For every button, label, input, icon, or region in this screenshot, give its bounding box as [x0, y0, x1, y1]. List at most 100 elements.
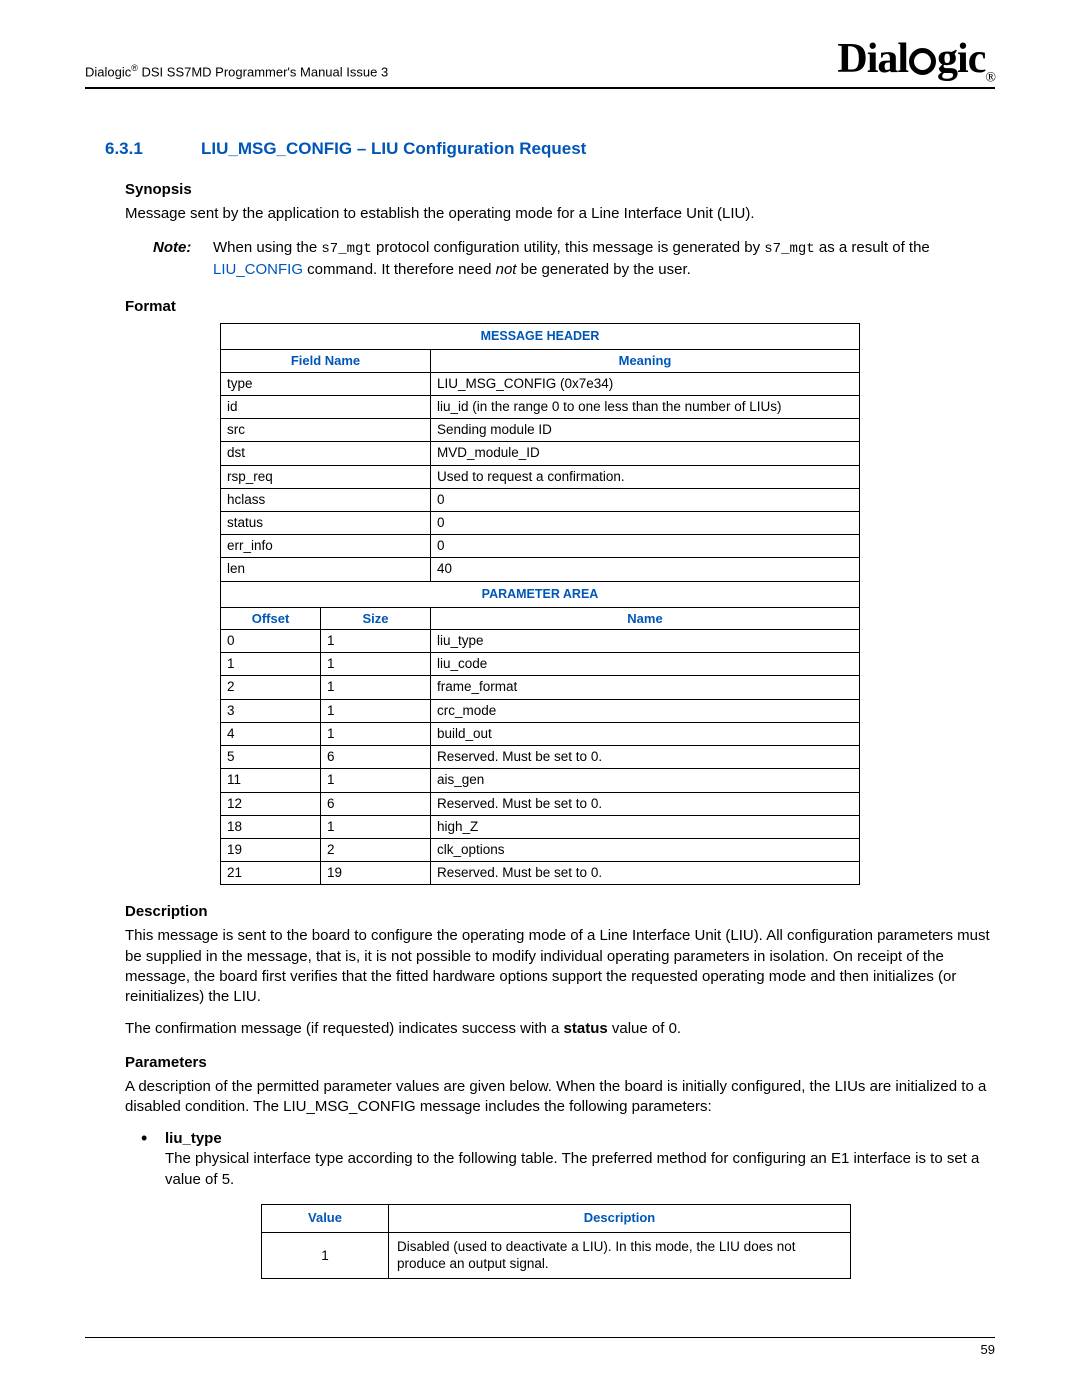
offset-cell: 2 — [221, 676, 321, 699]
note-m2: s7_mgt — [764, 241, 814, 257]
synopsis-text: Message sent by the application to estab… — [125, 204, 995, 224]
size-cell: 1 — [321, 815, 431, 838]
name-cell: crc_mode — [431, 699, 860, 722]
name-cell: liu_type — [431, 630, 860, 653]
size-cell: 1 — [321, 769, 431, 792]
size-cell: 1 — [321, 676, 431, 699]
meaning-cell: Sending module ID — [431, 419, 860, 442]
name-cell: clk_options — [431, 839, 860, 862]
table-row: 41build_out — [221, 722, 860, 745]
band-message-header: MESSAGE HEADER — [221, 324, 860, 350]
meaning-cell: LIU_MSG_CONFIG (0x7e34) — [431, 372, 860, 395]
table-row: dstMVD_module_ID — [221, 442, 860, 465]
param-bullet: • liu_type The physical interface type a… — [141, 1129, 995, 1190]
size-cell: 1 — [321, 699, 431, 722]
name-cell: ais_gen — [431, 769, 860, 792]
meaning-cell: 40 — [431, 558, 860, 581]
offset-cell: 5 — [221, 746, 321, 769]
bullet-icon: • — [141, 1129, 165, 1190]
table-row: 181high_Z — [221, 815, 860, 838]
field-name-cell: src — [221, 419, 431, 442]
table-row: 1Disabled (used to deactivate a LIU). In… — [262, 1232, 851, 1278]
col-field-name: Field Name — [221, 350, 431, 373]
offset-cell: 21 — [221, 862, 321, 885]
note-t1: When using the — [213, 239, 321, 256]
band-parameter-area: PARAMETER AREA — [221, 581, 860, 607]
size-cell: 1 — [321, 722, 431, 745]
page-number: 59 — [85, 1337, 995, 1357]
name-cell: Reserved. Must be set to 0. — [431, 792, 860, 815]
note-link[interactable]: LIU_CONFIG — [213, 261, 303, 278]
meaning-cell: liu_id (in the range 0 to one less than … — [431, 395, 860, 418]
field-name-cell: rsp_req — [221, 465, 431, 488]
doc-title: Dialogic® DSI SS7MD Programmer's Manual … — [85, 63, 388, 85]
meaning-cell: MVD_module_ID — [431, 442, 860, 465]
meaning-cell: Used to request a confirmation. — [431, 465, 860, 488]
logo-registered: ® — [985, 70, 995, 85]
field-name-cell: hclass — [221, 488, 431, 511]
note-label: Note: — [153, 237, 213, 281]
offset-cell: 19 — [221, 839, 321, 862]
doc-title-suffix: DSI SS7MD Programmer's Manual Issue 3 — [138, 64, 388, 79]
meaning-cell: 0 — [431, 535, 860, 558]
note-t2: protocol configuration utility, this mes… — [372, 239, 764, 256]
parameters-intro: A description of the permitted parameter… — [125, 1077, 995, 1118]
name-cell: Reserved. Must be set to 0. — [431, 746, 860, 769]
table-row: typeLIU_MSG_CONFIG (0x7e34) — [221, 372, 860, 395]
description-p1: This message is sent to the board to con… — [125, 926, 995, 1007]
name-cell: Reserved. Must be set to 0. — [431, 862, 860, 885]
size-cell: 6 — [321, 792, 431, 815]
col-description: Description — [389, 1204, 851, 1232]
col-meaning: Meaning — [431, 350, 860, 373]
section-title: LIU_MSG_CONFIG – LIU Configuration Reque… — [201, 139, 586, 159]
desc-p2c: value of 0. — [608, 1020, 681, 1037]
synopsis-heading: Synopsis — [125, 181, 995, 198]
name-cell: liu_code — [431, 653, 860, 676]
col-value: Value — [262, 1204, 389, 1232]
offset-cell: 18 — [221, 815, 321, 838]
field-name-cell: type — [221, 372, 431, 395]
table-row: idliu_id (in the range 0 to one less tha… — [221, 395, 860, 418]
message-format-table: MESSAGE HEADER Field Name Meaning typeLI… — [220, 323, 860, 885]
offset-cell: 3 — [221, 699, 321, 722]
value-cell: 1 — [262, 1232, 389, 1278]
table-row: 56Reserved. Must be set to 0. — [221, 746, 860, 769]
size-cell: 19 — [321, 862, 431, 885]
doc-title-prefix: Dialogic — [85, 64, 131, 79]
field-name-cell: dst — [221, 442, 431, 465]
table-row: 01liu_type — [221, 630, 860, 653]
table-row: 31crc_mode — [221, 699, 860, 722]
offset-cell: 12 — [221, 792, 321, 815]
size-cell: 6 — [321, 746, 431, 769]
note-t3: as a result of the — [815, 239, 930, 256]
liu-type-values-table: Value Description 1Disabled (used to dea… — [261, 1204, 851, 1279]
table-row: 126Reserved. Must be set to 0. — [221, 792, 860, 815]
field-name-cell: err_info — [221, 535, 431, 558]
table-row: err_info0 — [221, 535, 860, 558]
field-name-cell: len — [221, 558, 431, 581]
note-m1: s7_mgt — [321, 241, 371, 257]
name-cell: frame_format — [431, 676, 860, 699]
size-cell: 1 — [321, 653, 431, 676]
note-block: Note: When using the s7_mgt protocol con… — [153, 237, 995, 281]
size-cell: 1 — [321, 630, 431, 653]
meaning-cell: 0 — [431, 511, 860, 534]
table-row: status0 — [221, 511, 860, 534]
param-name-liu-type: liu_type — [165, 1130, 222, 1147]
page-number-value: 59 — [981, 1342, 995, 1357]
section-number: 6.3.1 — [105, 139, 201, 159]
table-row: 11liu_code — [221, 653, 860, 676]
table-row: rsp_reqUsed to request a confirmation. — [221, 465, 860, 488]
col-offset: Offset — [221, 607, 321, 630]
description-p2: The confirmation message (if requested) … — [125, 1019, 995, 1039]
offset-cell: 1 — [221, 653, 321, 676]
table-row: srcSending module ID — [221, 419, 860, 442]
desc-p2b: status — [564, 1020, 608, 1037]
table-row: 21frame_format — [221, 676, 860, 699]
param-desc-liu-type: The physical interface type according to… — [165, 1150, 979, 1187]
meaning-cell: 0 — [431, 488, 860, 511]
name-cell: high_Z — [431, 815, 860, 838]
col-name: Name — [431, 607, 860, 630]
logo-o-icon — [909, 48, 936, 75]
table-row: len40 — [221, 558, 860, 581]
